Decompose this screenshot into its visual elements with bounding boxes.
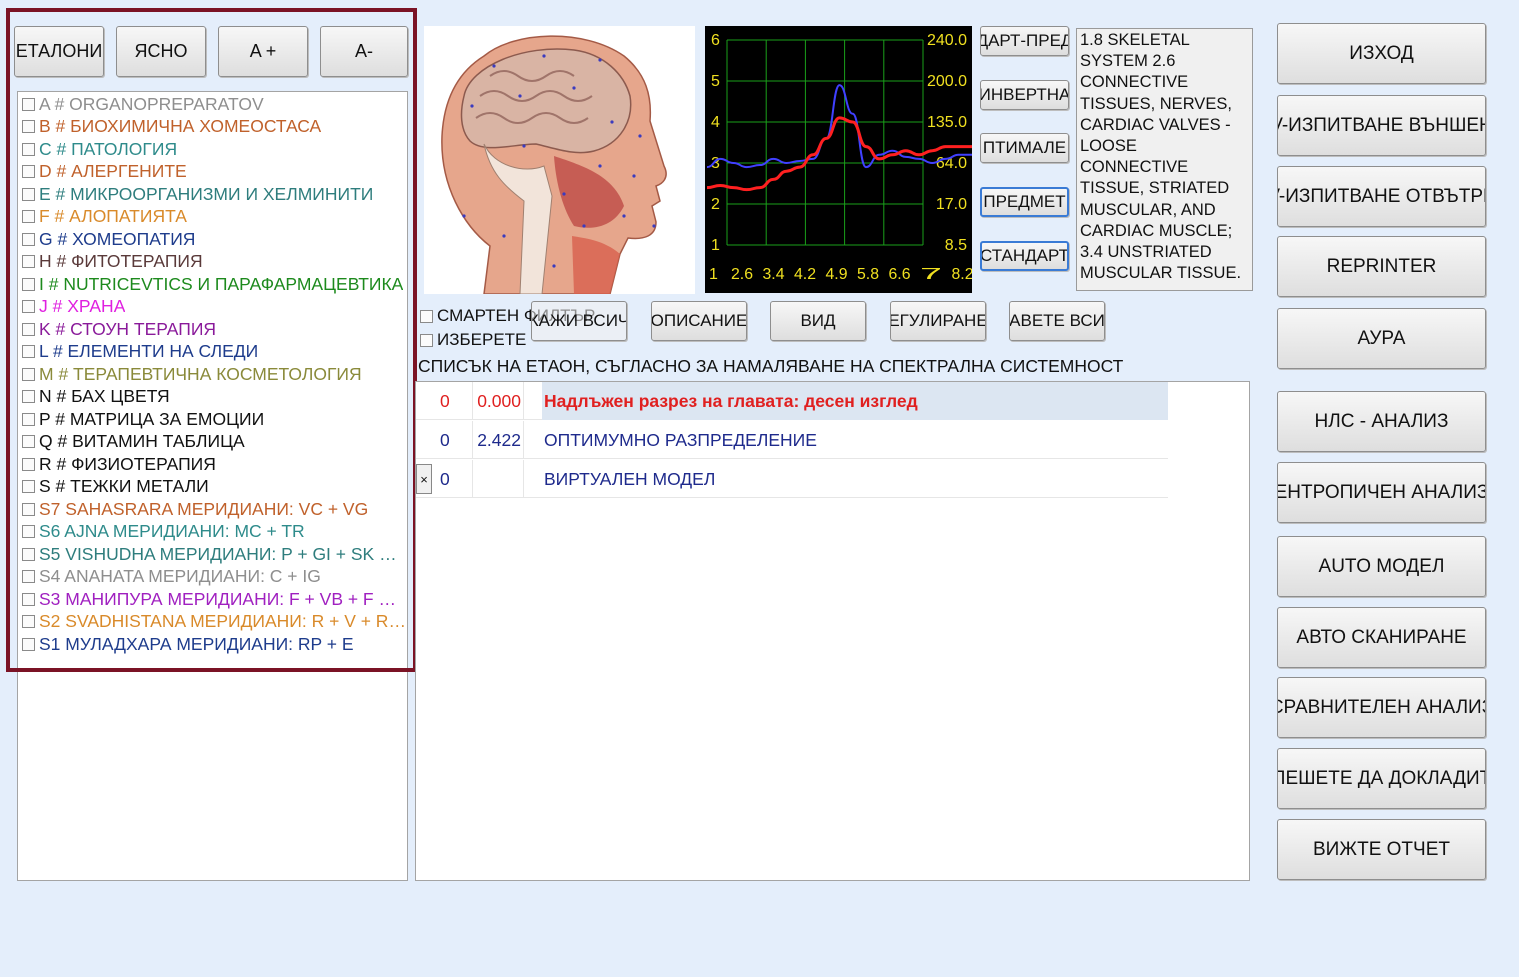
regulate-button[interactable]: ЕГУЛИРАНЕ	[890, 301, 986, 341]
chart-x-tick: 6.6	[889, 266, 911, 283]
chart-y-left-tick: 5	[711, 73, 720, 90]
chart-y-right-tick: 135.0	[927, 114, 967, 131]
view-report-button[interactable]: ВИЖТЕ ОТЧЕТ	[1277, 819, 1486, 880]
row-marker[interactable]: ×	[416, 464, 432, 494]
optimal-button[interactable]: ПТИМАЛЕ	[980, 133, 1069, 163]
write-report-button[interactable]: ПЕШЕТЕ ДА ДОКЛАДИТ	[1277, 748, 1486, 809]
row-number: 0	[440, 390, 450, 411]
chart-y-left-tick: 1	[711, 237, 720, 254]
nls-analysis-button[interactable]: НЛС - АНАЛИЗ	[1277, 391, 1486, 452]
standard-button[interactable]: СТАНДАРТ	[980, 241, 1069, 271]
invert-button[interactable]: ИНВЕРТНА	[980, 80, 1069, 110]
list-heading: СПИСЪК НА ЕТАОН, СЪГЛАСНО ЗА НАМАЛЯВАНЕ …	[418, 356, 1124, 376]
row-marker[interactable]	[416, 382, 432, 420]
row-name: ОПТИМУМНО РАЗПРЕДЕЛЕНИЕ	[544, 429, 817, 450]
chart-y-right-tick: 8.5	[945, 237, 967, 254]
chart-x-tick: 4.2	[794, 266, 816, 283]
row-marker[interactable]	[416, 421, 432, 459]
table-row[interactable]: 0 0.000 Надлъжен разрез на главата: десен …	[416, 382, 1168, 420]
row-name: ВИРТУАЛЕН МОДЕЛ	[544, 468, 716, 489]
head-anatomy-image	[424, 26, 695, 295]
row-number: 0	[440, 468, 450, 489]
auto-model-button[interactable]: AUTO МОДЕЛ	[1277, 536, 1486, 597]
row-value	[472, 460, 524, 498]
chart-x-tick: 1	[709, 266, 718, 283]
chart-x-tick: 7	[920, 266, 942, 283]
results-table[interactable]: 0 0.000 Надлъжен разрез на главата: десен …	[415, 381, 1250, 881]
checkbox-box[interactable]	[420, 333, 433, 347]
row-value: 2.422	[472, 421, 524, 459]
save-all-button[interactable]: АВЕТЕ ВСИ	[1009, 301, 1105, 341]
subject-button[interactable]: ПРЕДМЕТ	[980, 187, 1069, 217]
view-button[interactable]: ВИД	[770, 301, 866, 341]
aura-button[interactable]: АУРА	[1277, 308, 1486, 369]
comparative-analysis-button[interactable]: СРАВНИТЕЛЕН АНАЛИЗ	[1277, 677, 1486, 738]
spectrum-chart: 6 5 4 3 2 1 240.0 200.0 135.0 64.0 17.0 8.5 1 2.6 3.4 4…	[705, 26, 974, 293]
auto-scan-button[interactable]: АВТО СКАНИРАНЕ	[1277, 607, 1486, 668]
row-name: Надлъжен разрез на главата: десен изглед	[542, 382, 1168, 420]
show-all-button[interactable]: КАЖИ ВСИЧ	[531, 301, 627, 341]
highlight-frame	[6, 8, 417, 672]
chart-x-tick: 4.9	[826, 266, 848, 283]
row-number: 0	[440, 429, 450, 450]
chart-x-tick: 2.6	[731, 266, 753, 283]
reprinter-button[interactable]: REPRINTER	[1277, 236, 1486, 297]
exit-button[interactable]: ИЗХОД	[1277, 23, 1486, 84]
chart-y-right-tick: 240.0	[927, 32, 967, 49]
chart-y-left-tick: 2	[711, 196, 720, 213]
chart-x-tick: 8.2	[952, 266, 973, 283]
entropy-analysis-button[interactable]: ЕНТРОПИЧЕН АНАЛИЗ	[1277, 462, 1486, 523]
row-value: 0.000	[472, 382, 524, 420]
chart-y-left-tick: 4	[711, 114, 720, 131]
choose-checkbox[interactable]: ИЗБЕРЕТЕ	[420, 330, 526, 350]
chart-y-right-tick: 200.0	[927, 73, 967, 90]
chart-y-left-tick: 6	[711, 32, 720, 49]
chart-svg: 654321240.0200.0135.064.017.08.51 2.6 3.4 4…	[706, 32, 974, 283]
chart-x-tick: 3.4	[763, 266, 785, 283]
info-text-box: 1.8 SKELETAL SYSTEM 2.6 CONNECTIVE TISSU…	[1076, 28, 1253, 291]
chart-x-tick: 5.8	[857, 266, 879, 283]
v-test-internal-button[interactable]: V-ИЗПИТВАНЕ ОТВЪТРЕ	[1277, 166, 1486, 227]
table-row[interactable]: × 0 ВИРТУАЛЕН МОДЕЛ	[416, 460, 1168, 498]
standard-pred-button[interactable]: ДАРТ-ПРЕД	[980, 26, 1069, 56]
v-test-external-button[interactable]: V-ИЗПИТВАНЕ ВЪНШЕН	[1277, 95, 1486, 156]
chart-y-right-tick: 17.0	[936, 196, 967, 213]
description-button[interactable]: ОПИСАНИЕ	[651, 301, 747, 341]
checkbox-box[interactable]	[420, 309, 433, 323]
table-row[interactable]: 0 2.422 ОПТИМУМНО РАЗПРЕДЕЛЕНИЕ	[416, 421, 1168, 459]
choose-label: ИЗБЕРЕТЕ	[437, 330, 527, 349]
